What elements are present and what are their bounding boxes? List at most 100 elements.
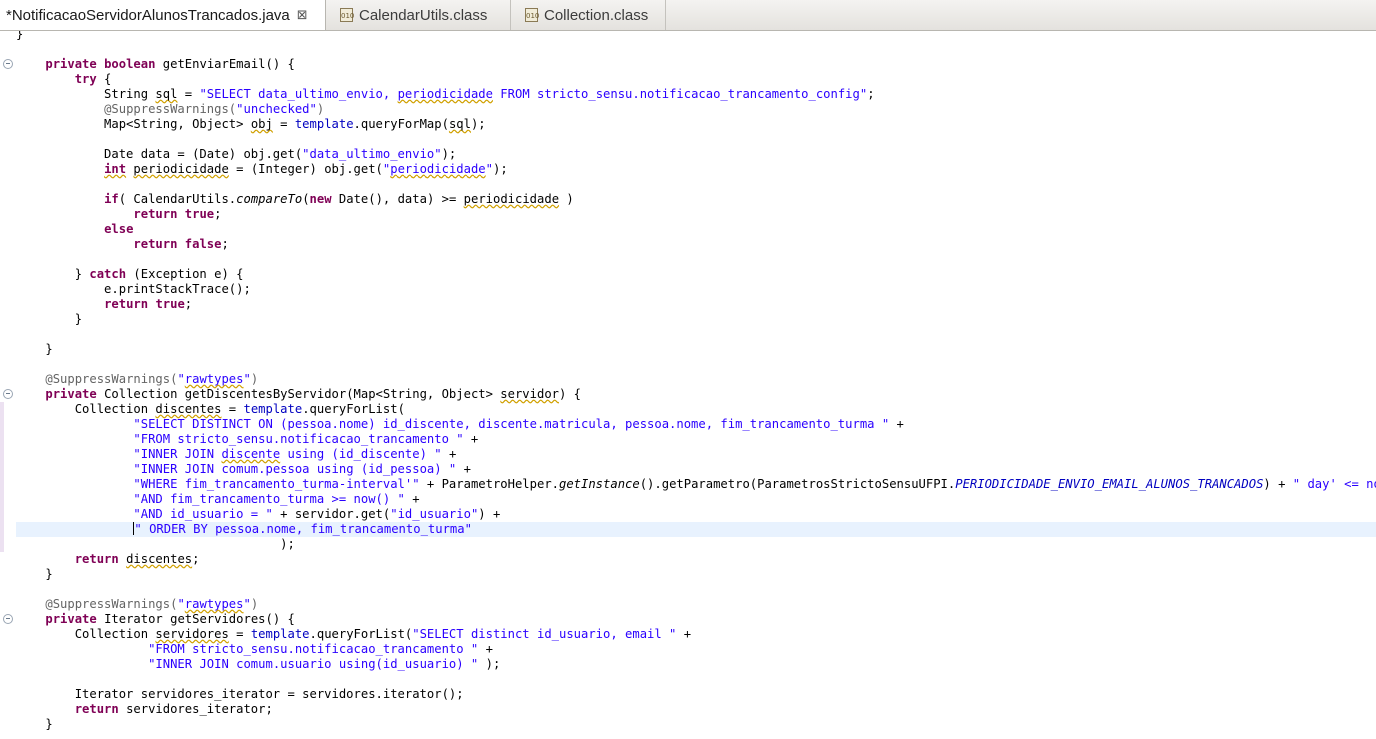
code-line[interactable]: "INNER JOIN comum.usuario using(id_usuar… [16, 657, 1376, 672]
code-token: "INNER JOIN comum.pessoa using (id_pesso… [133, 462, 457, 476]
code-editor[interactable]: } private boolean getEnviarEmail() { try… [16, 31, 1376, 739]
editor-gutter [0, 31, 16, 739]
code-line[interactable]: ); [16, 537, 1376, 552]
code-line[interactable]: } [16, 31, 1376, 42]
code-token: } [16, 267, 90, 281]
code-token: + [463, 432, 479, 446]
code-line[interactable]: String sql = "SELECT data_ultimo_envio, … [16, 87, 1376, 102]
code-token: template [294, 117, 354, 131]
code-line[interactable]: e.printStackTrace(); [16, 282, 1376, 297]
code-token: ); [478, 657, 501, 671]
code-token: "INNER JOIN [133, 447, 222, 461]
code-token: getEnviarEmail() { [155, 57, 295, 71]
code-line[interactable]: if( CalendarUtils.compareTo(new Date(), … [16, 192, 1376, 207]
code-line[interactable]: private Iterator getServidores() { [16, 612, 1376, 627]
code-line[interactable]: return discentes; [16, 552, 1376, 567]
code-line[interactable] [16, 177, 1376, 192]
code-line[interactable]: Date data = (Date) obj.get("data_ultimo_… [16, 147, 1376, 162]
code-token: ) [559, 192, 574, 206]
code-token: return [133, 237, 178, 251]
code-line[interactable]: "INNER JOIN comum.pessoa using (id_pesso… [16, 462, 1376, 477]
code-line[interactable] [16, 582, 1376, 597]
code-token: Iterator servidores_iterator = servidore… [16, 687, 464, 701]
code-line[interactable] [16, 42, 1376, 57]
code-token: ; [192, 552, 200, 566]
code-line[interactable]: } [16, 342, 1376, 357]
code-token: ) + [1263, 477, 1293, 491]
code-token: "AND fim_trancamento_turma >= now() " [133, 492, 405, 506]
code-token: @SuppressWarnings( [45, 372, 178, 386]
code-line[interactable]: Iterator servidores_iterator = servidore… [16, 687, 1376, 702]
code-token: sql [448, 117, 471, 131]
code-line[interactable]: private Collection getDiscentesByServido… [16, 387, 1376, 402]
code-line[interactable]: Collection servidores = template.queryFo… [16, 627, 1376, 642]
code-line[interactable]: } [16, 717, 1376, 732]
code-line[interactable]: Map<String, Object> obj = template.query… [16, 117, 1376, 132]
code-line[interactable]: return servidores_iterator; [16, 702, 1376, 717]
code-line[interactable]: "AND fim_trancamento_turma >= now() " + [16, 492, 1376, 507]
tab-calendarutils-class[interactable]: 010 CalendarUtils.class [327, 0, 511, 30]
code-line[interactable]: return true; [16, 207, 1376, 222]
code-token: + [456, 462, 471, 476]
code-token: "data_ultimo_envio" [302, 147, 442, 161]
code-token: boolean [104, 57, 156, 71]
code-line[interactable]: @SuppressWarnings("rawtypes") [16, 372, 1376, 387]
code-token: String [16, 87, 156, 101]
code-token: obj [250, 117, 273, 131]
code-token: return [104, 297, 149, 311]
code-token: = [177, 87, 200, 101]
code-line[interactable]: "SELECT DISTINCT ON (pessoa.nome) id_dis… [16, 417, 1376, 432]
code-token: " [177, 372, 185, 386]
code-line[interactable]: int periodicidade = (Integer) obj.get("p… [16, 162, 1376, 177]
code-line[interactable]: Collection discentes = template.queryFor… [16, 402, 1376, 417]
code-token: template [250, 627, 310, 641]
code-token: ().getParametro(ParametrosStrictoSensuUF… [639, 477, 956, 491]
code-token: try [74, 72, 97, 86]
code-line[interactable]: @SuppressWarnings("rawtypes") [16, 597, 1376, 612]
class-file-icon: 010 [340, 8, 354, 22]
code-token: catch [89, 267, 127, 281]
code-line[interactable] [16, 132, 1376, 147]
code-token: rawtypes [184, 372, 244, 386]
code-line[interactable]: "FROM stricto_sensu.notificacao_trancame… [16, 432, 1376, 447]
code-line[interactable]: } [16, 567, 1376, 582]
tab-collection-class[interactable]: 010 Collection.class [512, 0, 666, 30]
code-line[interactable]: return false; [16, 237, 1376, 252]
collapse-fold-icon[interactable] [3, 389, 13, 399]
code-token: .queryForList( [309, 627, 413, 641]
code-line[interactable]: "FROM stricto_sensu.notificacao_trancame… [16, 642, 1376, 657]
code-line[interactable]: private boolean getEnviarEmail() { [16, 57, 1376, 72]
code-line[interactable] [16, 252, 1376, 267]
code-token: " [243, 597, 251, 611]
code-token: + servidor.get( [272, 507, 391, 521]
code-line[interactable]: } catch (Exception e) { [16, 267, 1376, 282]
code-line[interactable] [16, 357, 1376, 372]
code-token: return [74, 702, 119, 716]
code-token: int [104, 162, 127, 176]
code-line[interactable]: @SuppressWarnings("unchecked") [16, 102, 1376, 117]
code-line[interactable] [16, 672, 1376, 687]
tab-notificacaoservidoralunostrancados-java[interactable]: *NotificacaoServidorAlunosTrancados.java… [0, 0, 326, 30]
code-line[interactable]: try { [16, 72, 1376, 87]
current-code-line[interactable]: " ORDER BY pessoa.nome, fim_trancamento_… [16, 522, 1376, 537]
collapse-fold-icon[interactable] [3, 59, 13, 69]
change-indicator-bar [0, 402, 4, 552]
code-line[interactable]: "AND id_usuario = " + servidor.get("id_u… [16, 507, 1376, 522]
collapse-fold-icon[interactable] [3, 614, 13, 624]
code-line[interactable]: "INNER JOIN discente using (id_discente)… [16, 447, 1376, 462]
code-line[interactable]: else [16, 222, 1376, 237]
code-line[interactable] [16, 327, 1376, 342]
code-line[interactable]: return true; [16, 297, 1376, 312]
close-tab-icon[interactable]: ⊠ [297, 8, 308, 23]
code-line[interactable]: "WHERE fim_trancamento_turma-interval'" … [16, 477, 1376, 492]
code-line[interactable]: } [16, 312, 1376, 327]
code-token: rawtypes [184, 597, 244, 611]
code-token: + ParametroHelper. [419, 477, 559, 491]
